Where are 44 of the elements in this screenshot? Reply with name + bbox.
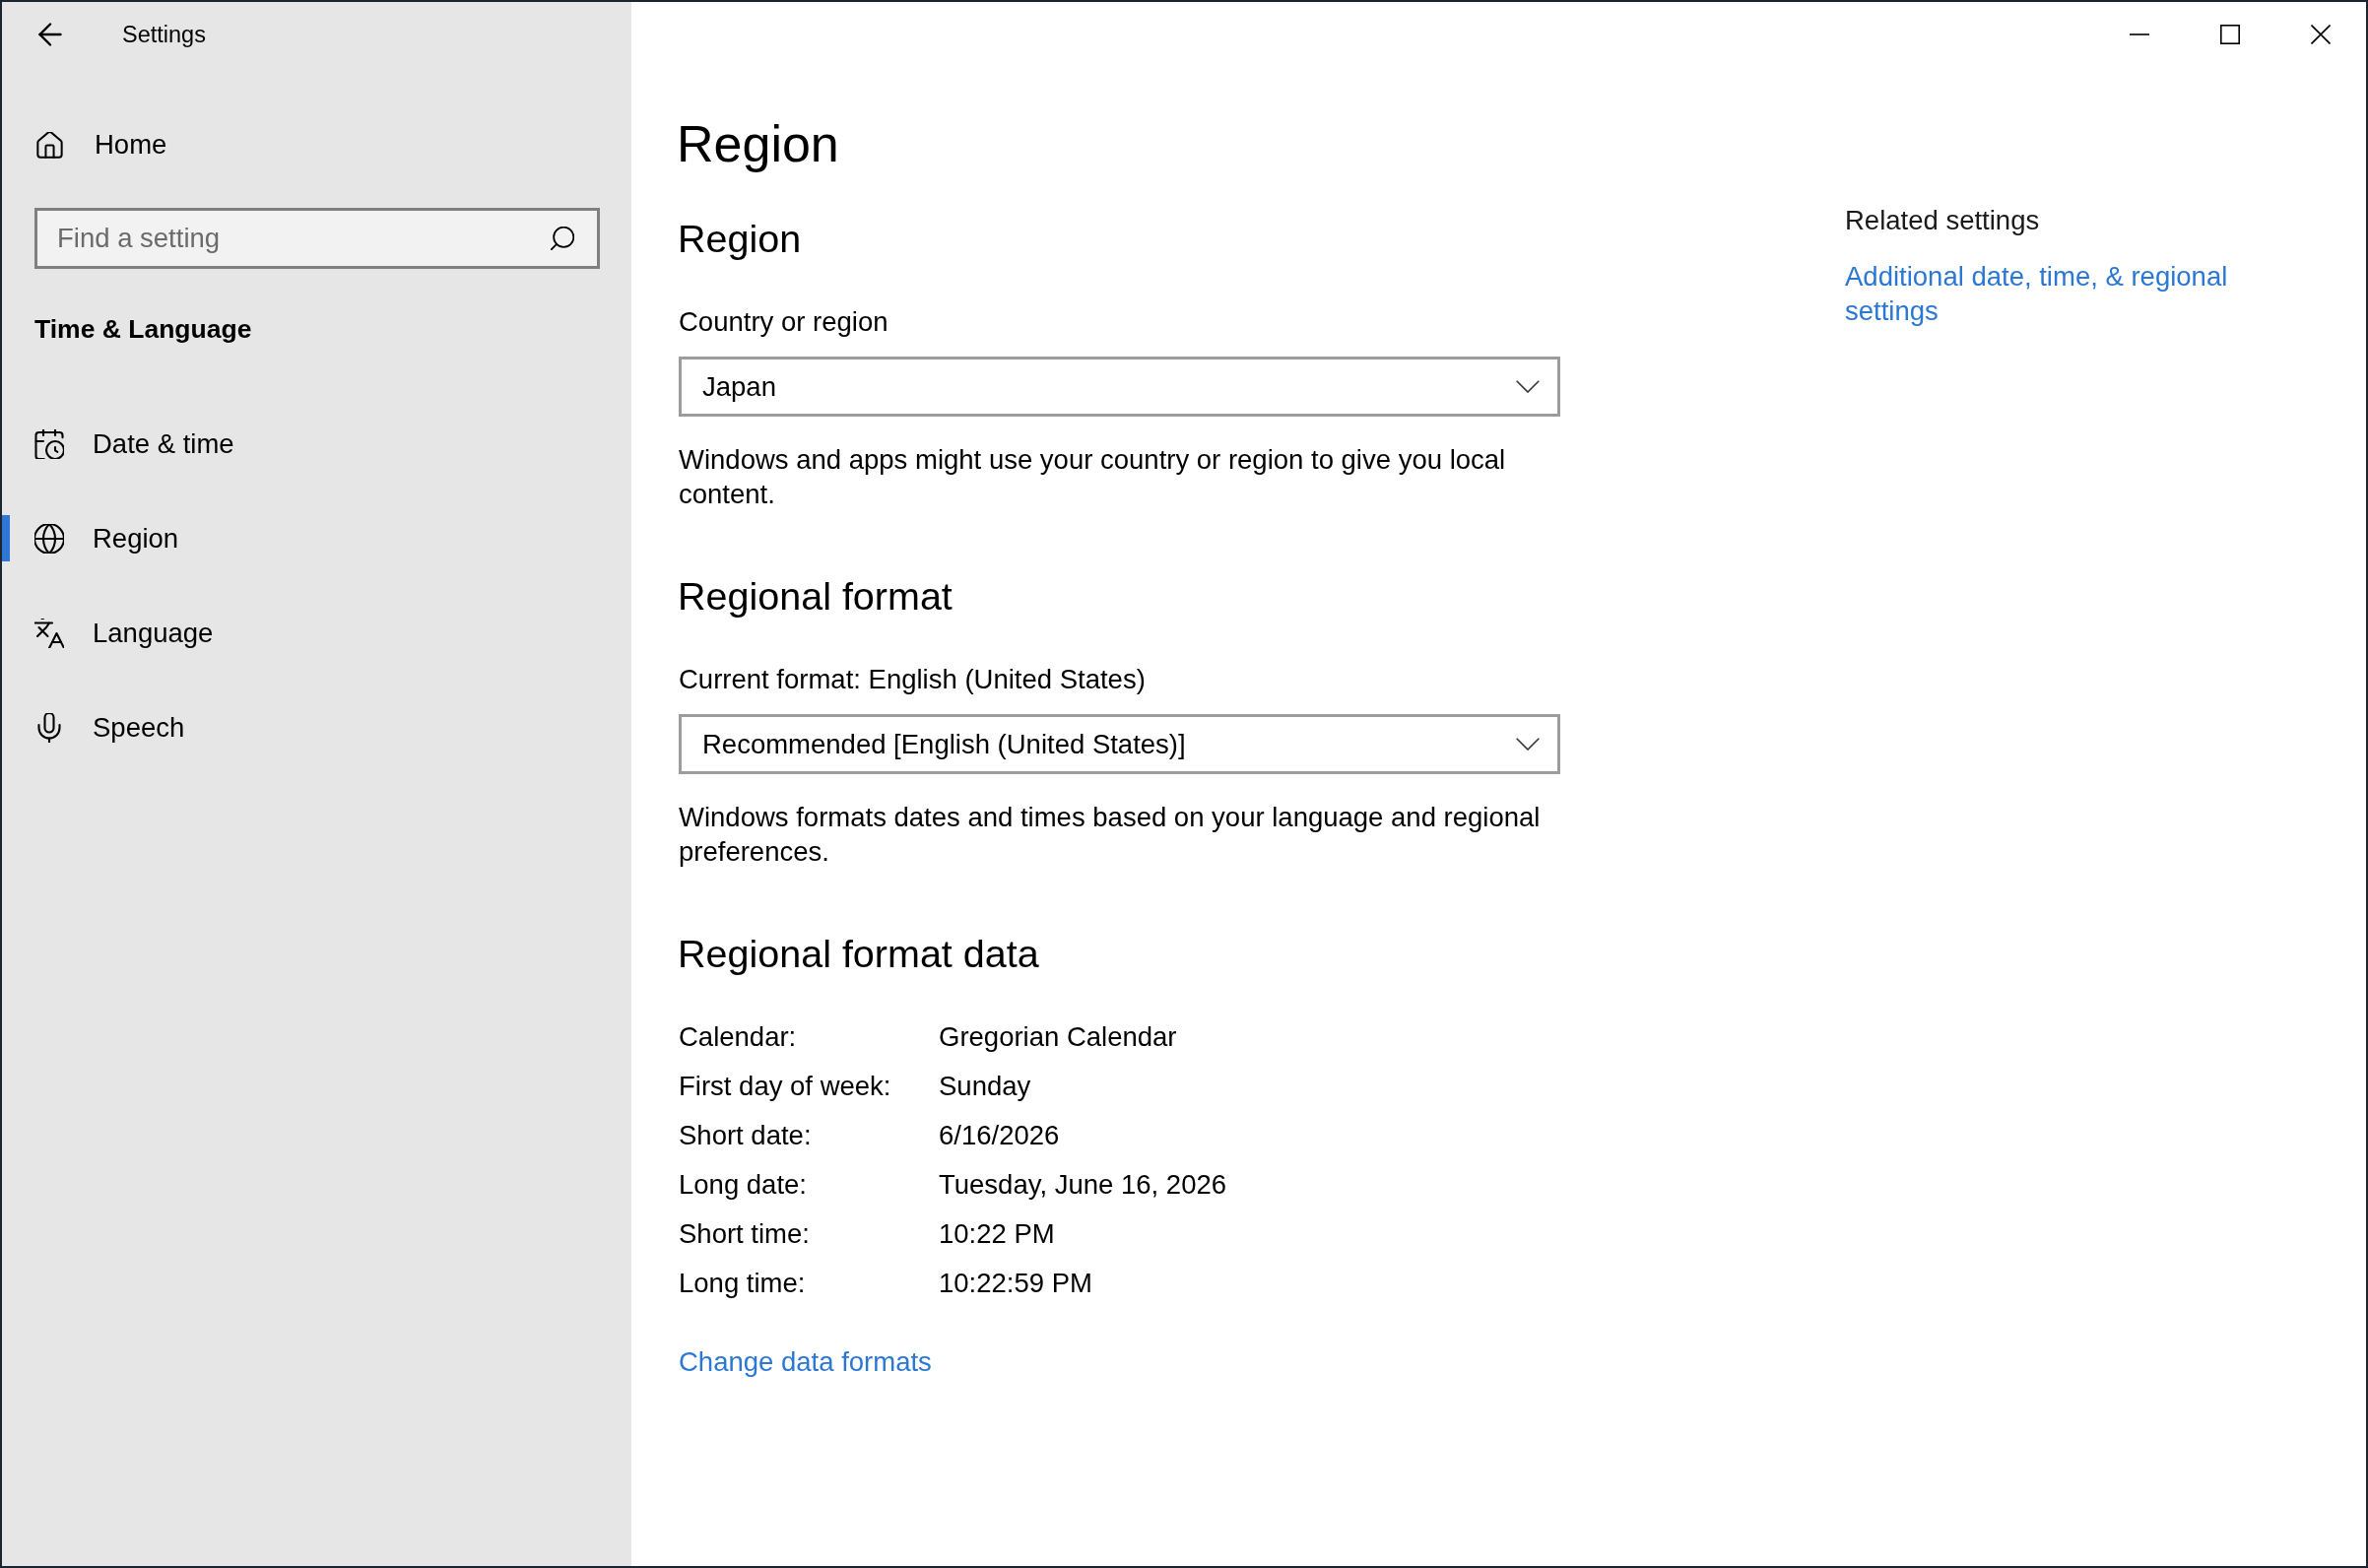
format-value: Gregorian Calendar [939, 1019, 1178, 1054]
chevron-down-icon [1516, 380, 1540, 393]
format-label: Long time: [679, 1266, 807, 1300]
field-label: Current format: English (United States) [679, 663, 1146, 696]
format-label: Short date: [679, 1118, 813, 1152]
description-text: Windows formats dates and times based on your language and regional preferences. [679, 801, 1542, 869]
format-value: Sunday [939, 1069, 1032, 1103]
home-nav-item[interactable]: Home [2, 105, 631, 184]
section-title: Time & Language [34, 313, 253, 346]
dropdown[interactable]: Recommended [English (United States)] [679, 714, 1560, 774]
search-icon [551, 227, 574, 250]
search-field[interactable]: Find a setting [34, 208, 600, 269]
change-formats-link[interactable]: Change data formats [679, 1344, 932, 1379]
sidebar-nav-item[interactable]: Speech [2, 681, 631, 775]
maximize-icon [2220, 25, 2240, 44]
format-value: Tuesday, June 16, 2026 [939, 1167, 1226, 1202]
chevron-down-icon [1516, 738, 1540, 751]
globe-icon [34, 524, 64, 554]
format-value: 6/16/2026 [939, 1118, 1061, 1152]
section-heading: Regional format data [678, 931, 1039, 977]
section-heading: Regional format [678, 573, 953, 620]
format-value: 10:22:59 PM [939, 1266, 1093, 1300]
description-text: Windows and apps might use your country or region to give you local content. [679, 443, 1507, 511]
format-label: Calendar: [679, 1019, 798, 1054]
minimize-icon [2130, 33, 2149, 35]
microphone-icon [34, 713, 64, 743]
home-icon [36, 131, 63, 159]
related-settings-heading: Related settings [1845, 204, 2040, 237]
field-label: Country or region [679, 305, 888, 339]
section-heading: Region [678, 216, 802, 262]
close-icon [2311, 25, 2331, 44]
format-label: First day of week: [679, 1069, 892, 1103]
window-title: Settings [122, 21, 206, 49]
format-label: Long date: [679, 1167, 808, 1202]
calendar-clock-icon [34, 429, 64, 459]
translate-icon [34, 619, 64, 648]
sidebar-nav-item[interactable]: Region [2, 491, 631, 586]
sidebar-nav-item[interactable]: Language [2, 586, 631, 681]
related-settings-link[interactable]: Additional date, time, & regional settings [1845, 259, 2278, 328]
page-title: Region [677, 114, 839, 174]
format-value: 10:22 PM [939, 1216, 1056, 1251]
sidebar-nav-item[interactable]: Date & time [2, 397, 631, 491]
dropdown[interactable]: Japan [679, 357, 1560, 417]
format-label: Short time: [679, 1216, 811, 1251]
